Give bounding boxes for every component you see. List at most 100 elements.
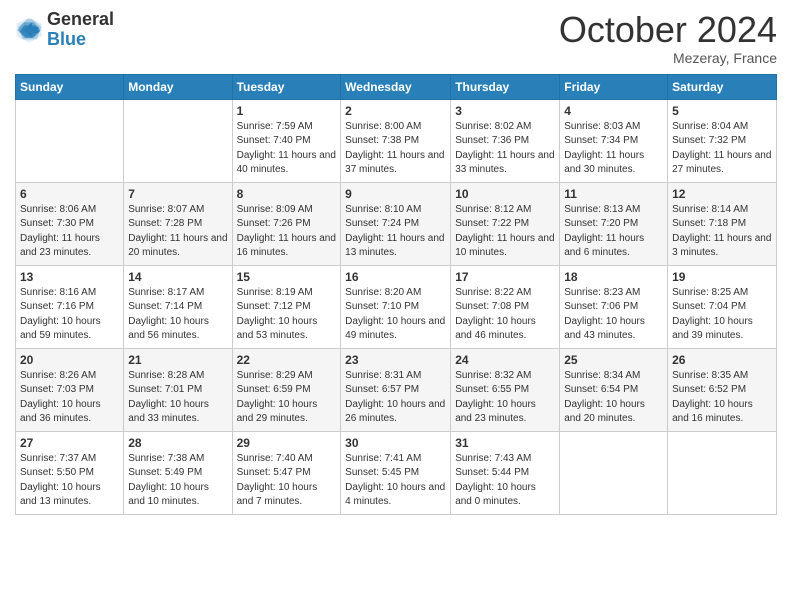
calendar-cell bbox=[16, 99, 124, 182]
page: General Blue October 2024 Mezeray, Franc… bbox=[0, 0, 792, 612]
calendar-cell: 27 Sunrise: 7:37 AM Sunset: 5:50 PM Dayli… bbox=[16, 431, 124, 514]
week-row-5: 27 Sunrise: 7:37 AM Sunset: 5:50 PM Dayli… bbox=[16, 431, 777, 514]
calendar-cell: 1Sunrise: 7:59 AM Sunset: 7:40 PM Daylig… bbox=[232, 99, 341, 182]
day-info: Sunrise: 8:25 AM Sunset: 7:04 PM Dayligh… bbox=[672, 286, 772, 344]
calendar-cell: 24 Sunrise: 8:32 AM Sunset: 6:55 PM Dayli… bbox=[451, 348, 560, 431]
day-header-monday: Monday bbox=[124, 74, 232, 99]
day-header-friday: Friday bbox=[560, 74, 668, 99]
day-number: 15 bbox=[237, 270, 337, 284]
day-info: Sunrise: 8:16 AM Sunset: 7:16 PM Dayligh… bbox=[20, 286, 119, 344]
calendar-cell: 4 Sunrise: 8:03 AM Sunset: 7:34 PM Daylig… bbox=[560, 99, 668, 182]
day-header-saturday: Saturday bbox=[668, 74, 777, 99]
day-number: 21 bbox=[128, 353, 227, 367]
logo-icon bbox=[15, 16, 43, 44]
day-number: 27 bbox=[20, 436, 119, 450]
calendar-cell: 23 Sunrise: 8:31 AM Sunset: 6:57 PM Dayli… bbox=[341, 348, 451, 431]
day-number: 7 bbox=[128, 187, 227, 201]
day-header-tuesday: Tuesday bbox=[232, 74, 341, 99]
day-number: 16 bbox=[345, 270, 446, 284]
day-info: Sunrise: 8:04 AM Sunset: 7:32 PM Dayligh… bbox=[672, 120, 772, 178]
day-number: 30 bbox=[345, 436, 446, 450]
day-info: Sunrise: 8:20 AM Sunset: 7:10 PM Dayligh… bbox=[345, 286, 446, 344]
logo-blue-text: Blue bbox=[47, 30, 114, 50]
day-number: 3 bbox=[455, 104, 555, 118]
day-number: 17 bbox=[455, 270, 555, 284]
day-number: 18 bbox=[564, 270, 663, 284]
day-number: 23 bbox=[345, 353, 446, 367]
day-info: Sunrise: 7:40 AM Sunset: 5:47 PM Dayligh… bbox=[237, 452, 337, 510]
week-row-2: 6 Sunrise: 8:06 AM Sunset: 7:30 PM Daylig… bbox=[16, 182, 777, 265]
day-number: 24 bbox=[455, 353, 555, 367]
day-number: 9 bbox=[345, 187, 446, 201]
calendar-cell: 17Sunrise: 8:22 AM Sunset: 7:08 PM Dayli… bbox=[451, 265, 560, 348]
calendar-body: 1Sunrise: 7:59 AM Sunset: 7:40 PM Daylig… bbox=[16, 99, 777, 514]
day-header-thursday: Thursday bbox=[451, 74, 560, 99]
calendar-cell: 12 Sunrise: 8:14 AM Sunset: 7:18 PM Dayli… bbox=[668, 182, 777, 265]
calendar-cell: 28 Sunrise: 7:38 AM Sunset: 5:49 PM Dayli… bbox=[124, 431, 232, 514]
day-info: Sunrise: 8:02 AM Sunset: 7:36 PM Dayligh… bbox=[455, 120, 555, 178]
day-info: Sunrise: 8:26 AM Sunset: 7:03 PM Dayligh… bbox=[20, 369, 119, 427]
calendar-cell: 10Sunrise: 8:12 AM Sunset: 7:22 PM Dayli… bbox=[451, 182, 560, 265]
day-info: Sunrise: 8:14 AM Sunset: 7:18 PM Dayligh… bbox=[672, 203, 772, 261]
logo: General Blue bbox=[15, 10, 114, 50]
day-number: 6 bbox=[20, 187, 119, 201]
day-number: 11 bbox=[564, 187, 663, 201]
calendar-cell: 13 Sunrise: 8:16 AM Sunset: 7:16 PM Dayli… bbox=[16, 265, 124, 348]
calendar-cell: 22Sunrise: 8:29 AM Sunset: 6:59 PM Dayli… bbox=[232, 348, 341, 431]
day-info: Sunrise: 8:19 AM Sunset: 7:12 PM Dayligh… bbox=[237, 286, 337, 344]
day-info: Sunrise: 8:29 AM Sunset: 6:59 PM Dayligh… bbox=[237, 369, 337, 427]
calendar-cell: 21 Sunrise: 8:28 AM Sunset: 7:01 PM Dayli… bbox=[124, 348, 232, 431]
day-info: Sunrise: 7:43 AM Sunset: 5:44 PM Dayligh… bbox=[455, 452, 555, 510]
week-row-4: 20 Sunrise: 8:26 AM Sunset: 7:03 PM Dayli… bbox=[16, 348, 777, 431]
location: Mezeray, France bbox=[559, 50, 777, 66]
day-number: 20 bbox=[20, 353, 119, 367]
day-info: Sunrise: 8:03 AM Sunset: 7:34 PM Dayligh… bbox=[564, 120, 663, 178]
day-number: 12 bbox=[672, 187, 772, 201]
day-info: Sunrise: 8:07 AM Sunset: 7:28 PM Dayligh… bbox=[128, 203, 227, 261]
day-number: 1 bbox=[237, 104, 337, 118]
calendar-cell bbox=[124, 99, 232, 182]
calendar-cell: 5Sunrise: 8:04 AM Sunset: 7:32 PM Daylig… bbox=[668, 99, 777, 182]
day-info: Sunrise: 7:37 AM Sunset: 5:50 PM Dayligh… bbox=[20, 452, 119, 510]
week-row-3: 13 Sunrise: 8:16 AM Sunset: 7:16 PM Dayli… bbox=[16, 265, 777, 348]
day-info: Sunrise: 7:38 AM Sunset: 5:49 PM Dayligh… bbox=[128, 452, 227, 510]
day-number: 28 bbox=[128, 436, 227, 450]
day-number: 26 bbox=[672, 353, 772, 367]
logo-text: General Blue bbox=[47, 10, 114, 50]
calendar-cell: 31Sunrise: 7:43 AM Sunset: 5:44 PM Dayli… bbox=[451, 431, 560, 514]
day-number: 2 bbox=[345, 104, 446, 118]
day-info: Sunrise: 8:35 AM Sunset: 6:52 PM Dayligh… bbox=[672, 369, 772, 427]
title-block: October 2024 Mezeray, France bbox=[559, 10, 777, 66]
calendar-cell: 15 Sunrise: 8:19 AM Sunset: 7:12 PM Dayli… bbox=[232, 265, 341, 348]
day-header-wednesday: Wednesday bbox=[341, 74, 451, 99]
calendar-cell: 11 Sunrise: 8:13 AM Sunset: 7:20 PM Dayli… bbox=[560, 182, 668, 265]
calendar-cell: 18Sunrise: 8:23 AM Sunset: 7:06 PM Dayli… bbox=[560, 265, 668, 348]
calendar-cell: 2Sunrise: 8:00 AM Sunset: 7:38 PM Daylig… bbox=[341, 99, 451, 182]
day-info: Sunrise: 8:06 AM Sunset: 7:30 PM Dayligh… bbox=[20, 203, 119, 261]
calendar-cell bbox=[668, 431, 777, 514]
day-info: Sunrise: 8:17 AM Sunset: 7:14 PM Dayligh… bbox=[128, 286, 227, 344]
calendar-cell: 6 Sunrise: 8:06 AM Sunset: 7:30 PM Daylig… bbox=[16, 182, 124, 265]
day-info: Sunrise: 8:31 AM Sunset: 6:57 PM Dayligh… bbox=[345, 369, 446, 427]
header: General Blue October 2024 Mezeray, Franc… bbox=[15, 10, 777, 66]
day-info: Sunrise: 8:13 AM Sunset: 7:20 PM Dayligh… bbox=[564, 203, 663, 261]
calendar-cell: 3 Sunrise: 8:02 AM Sunset: 7:36 PM Daylig… bbox=[451, 99, 560, 182]
calendar-cell: 30 Sunrise: 7:41 AM Sunset: 5:45 PM Dayli… bbox=[341, 431, 451, 514]
calendar-cell: 25Sunrise: 8:34 AM Sunset: 6:54 PM Dayli… bbox=[560, 348, 668, 431]
day-number: 19 bbox=[672, 270, 772, 284]
day-number: 13 bbox=[20, 270, 119, 284]
day-info: Sunrise: 8:32 AM Sunset: 6:55 PM Dayligh… bbox=[455, 369, 555, 427]
week-row-1: 1Sunrise: 7:59 AM Sunset: 7:40 PM Daylig… bbox=[16, 99, 777, 182]
calendar-cell bbox=[560, 431, 668, 514]
calendar-header: SundayMondayTuesdayWednesdayThursdayFrid… bbox=[16, 74, 777, 99]
calendar-cell: 14 Sunrise: 8:17 AM Sunset: 7:14 PM Dayli… bbox=[124, 265, 232, 348]
calendar-cell: 26 Sunrise: 8:35 AM Sunset: 6:52 PM Dayli… bbox=[668, 348, 777, 431]
day-info: Sunrise: 8:28 AM Sunset: 7:01 PM Dayligh… bbox=[128, 369, 227, 427]
day-number: 10 bbox=[455, 187, 555, 201]
day-number: 4 bbox=[564, 104, 663, 118]
day-info: Sunrise: 8:10 AM Sunset: 7:24 PM Dayligh… bbox=[345, 203, 446, 261]
day-info: Sunrise: 7:41 AM Sunset: 5:45 PM Dayligh… bbox=[345, 452, 446, 510]
calendar-cell: 9 Sunrise: 8:10 AM Sunset: 7:24 PM Daylig… bbox=[341, 182, 451, 265]
calendar-cell: 7 Sunrise: 8:07 AM Sunset: 7:28 PM Daylig… bbox=[124, 182, 232, 265]
day-number: 14 bbox=[128, 270, 227, 284]
